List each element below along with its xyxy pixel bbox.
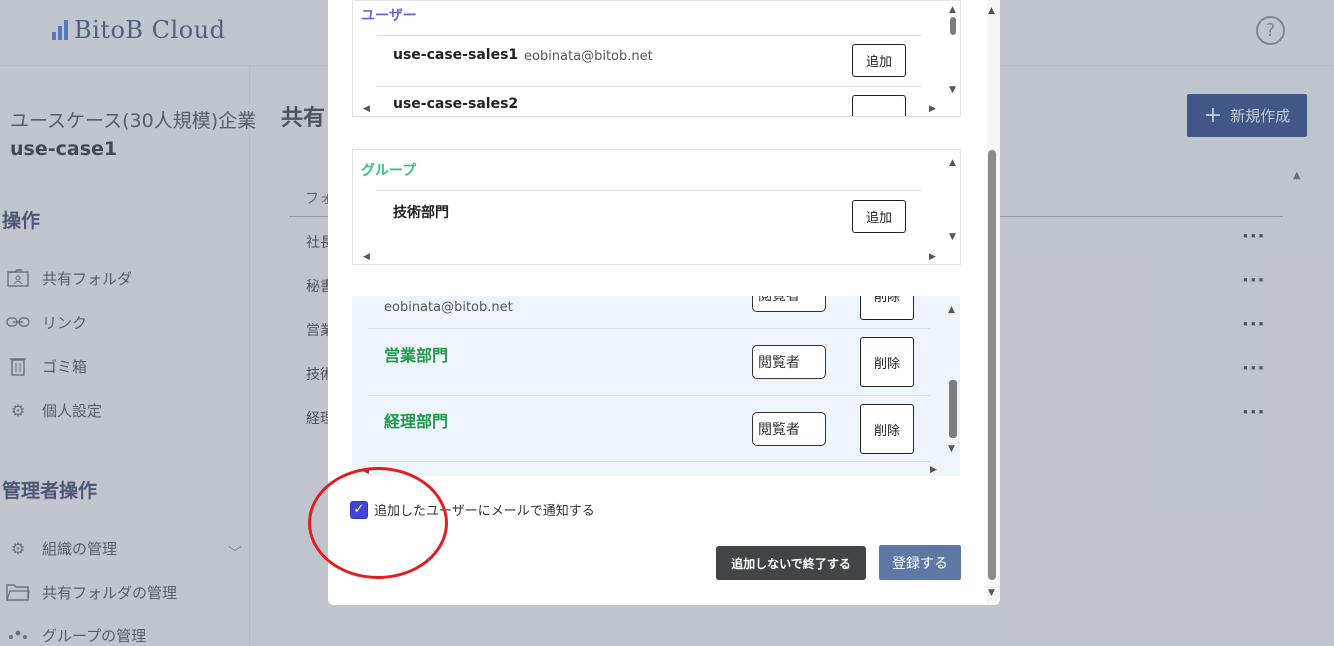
scroll-left-icon[interactable]: ◀: [363, 252, 370, 262]
divider: [377, 35, 922, 36]
member-list-scrollbar[interactable]: [949, 380, 957, 438]
delete-button[interactable]: 削除: [860, 296, 914, 320]
exit-without-adding-button[interactable]: 追加しないで終了する: [716, 546, 866, 580]
role-select[interactable]: 閲覧者: [752, 296, 826, 312]
scroll-up-icon[interactable]: ▲: [949, 5, 956, 15]
scroll-right-icon[interactable]: ▶: [930, 465, 937, 475]
user-name: use-case-sales1: [393, 47, 519, 63]
register-button[interactable]: 登録する: [879, 545, 961, 580]
scroll-down-icon[interactable]: ▼: [949, 85, 956, 95]
notify-option[interactable]: ✓ 追加したユーザーにメールで通知する: [350, 500, 595, 519]
group-name: 技術部門: [393, 205, 449, 221]
divider: [377, 86, 922, 87]
share-settings-modal: ユーザー use-case-sales1 eobinata@bitob.net …: [328, 0, 1000, 605]
scroll-down-icon[interactable]: ▼: [988, 588, 995, 598]
user-list-box: ユーザー use-case-sales1 eobinata@bitob.net …: [352, 0, 961, 117]
user-name-partial: use-case-sales2: [393, 96, 519, 112]
scroll-up-icon[interactable]: ▲: [949, 158, 956, 168]
member-email: eobinata@bitob.net: [384, 300, 513, 315]
delete-button[interactable]: 削除: [860, 337, 914, 387]
role-select[interactable]: 閲覧者: [752, 345, 826, 379]
role-select[interactable]: 閲覧者: [752, 412, 826, 446]
scroll-right-icon[interactable]: ▶: [929, 104, 936, 114]
divider: [377, 190, 922, 191]
modal-scrollbar[interactable]: [988, 150, 996, 580]
users-title: ユーザー: [361, 8, 417, 24]
add-group-button[interactable]: 追加: [852, 200, 906, 233]
scroll-left-icon[interactable]: ◀: [363, 104, 370, 114]
member-group-name: 営業部門: [384, 346, 449, 365]
scroll-down-icon[interactable]: ▼: [949, 232, 956, 242]
notify-label: 追加したユーザーにメールで通知する: [374, 504, 595, 519]
user-email: eobinata@bitob.net: [524, 49, 653, 64]
notify-checkbox[interactable]: ✓: [350, 500, 368, 519]
scroll-left-icon[interactable]: ◀: [362, 466, 369, 476]
scroll-up-icon[interactable]: ▲: [948, 305, 955, 315]
add-user-button[interactable]: [852, 95, 906, 116]
delete-button[interactable]: 削除: [860, 404, 914, 454]
scroll-right-icon[interactable]: ▶: [929, 252, 936, 262]
divider: [368, 328, 930, 329]
groups-title: グループ: [361, 163, 417, 179]
scroll-down-icon[interactable]: ▼: [948, 444, 955, 454]
divider: [368, 395, 930, 396]
member-group-name: 経理部門: [384, 412, 449, 431]
group-list-box: グループ 技術部門 追加 ▲ ▼ ◀ ▶: [352, 149, 961, 265]
user-list-scrollbar[interactable]: [950, 17, 956, 35]
divider: [368, 461, 930, 462]
scroll-up-icon[interactable]: ▲: [988, 6, 995, 16]
member-list: eobinata@bitob.net 閲覧者 削除 営業部門 閲覧者 削除 経理…: [352, 296, 960, 476]
add-user-button[interactable]: 追加: [852, 44, 906, 77]
